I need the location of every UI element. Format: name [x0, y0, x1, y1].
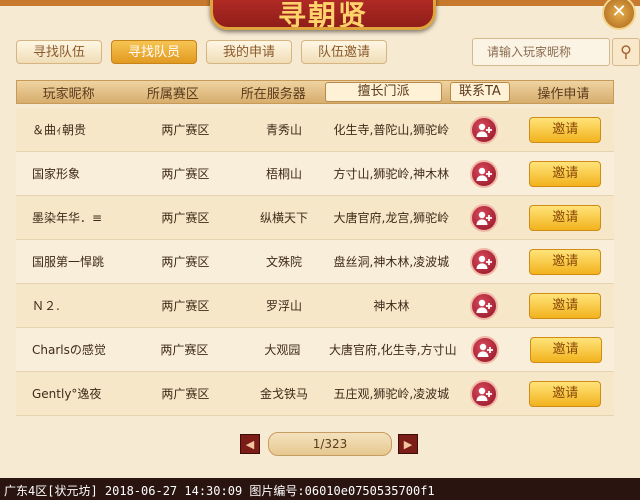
close-button[interactable]: ✕: [602, 0, 636, 30]
invite-button[interactable]: 邀请: [529, 292, 602, 319]
team-finder-panel: 寻朝贤 ✕ 寻找队伍 寻找队员 我的申请 队伍邀请 ⚲ 玩家昵称 所属赛区 所在…: [0, 0, 640, 478]
add-friend-icon: [477, 343, 493, 357]
player-schools: 神木林: [373, 299, 410, 313]
player-zone: 两广赛区: [161, 123, 210, 137]
table-row: 国家形象 两广赛区 梧桐山 方寸山,狮驼岭,神木林 邀请: [16, 152, 614, 196]
player-list: ＆曲ｨ朝贵 两广赛区 青秀山 化生寺,普陀山,狮驼岭 邀请 国家形象 两广赛区 …: [16, 108, 614, 416]
player-server: 金戈铁马: [259, 387, 308, 401]
search-bar: ⚲: [472, 38, 640, 68]
player-name: Charlsの感觉: [32, 343, 106, 357]
player-schools: 大唐官府,化生寺,方寸山: [328, 343, 457, 357]
player-zone: 两广赛区: [161, 387, 210, 401]
player-name: ＆曲ｨ朝贵: [32, 123, 87, 137]
add-friend-icon: [476, 211, 493, 225]
player-zone: 两广赛区: [161, 211, 210, 225]
table-row: Gently°逸夜 两广赛区 金戈铁马 五庄观,狮驼岭,凌波城 邀请: [16, 372, 614, 416]
invite-button[interactable]: 邀请: [529, 204, 602, 231]
tab-team-invitations[interactable]: 队伍邀请: [301, 40, 387, 64]
player-schools: 化生寺,普陀山,狮驼岭: [333, 123, 450, 137]
player-zone: 两广赛区: [160, 343, 209, 357]
player-zone: 两广赛区: [161, 167, 210, 181]
next-page-button[interactable]: ▶: [398, 434, 418, 454]
contact-button[interactable]: [470, 335, 499, 364]
prev-page-button[interactable]: ◀: [240, 434, 260, 454]
player-schools: 方寸山,狮驼岭,神木林: [333, 167, 450, 181]
contact-button[interactable]: [470, 247, 499, 276]
player-name: 墨染年华．≡: [32, 211, 103, 225]
tab-my-applications[interactable]: 我的申请: [206, 40, 292, 64]
contact-button[interactable]: [470, 291, 499, 320]
contact-button[interactable]: [470, 159, 499, 188]
table-row: 墨染年华．≡ 两广赛区 纵横天下 大唐官府,龙宫,狮驼岭 邀请: [16, 196, 614, 240]
tab-bar: 寻找队伍 寻找队员 我的申请 队伍邀请: [16, 40, 387, 64]
search-input[interactable]: [472, 38, 610, 66]
invite-button[interactable]: 邀请: [529, 116, 602, 143]
window-title: 寻朝贤: [277, 0, 368, 30]
invite-button[interactable]: 邀请: [529, 248, 602, 275]
player-server: 罗浮山: [265, 299, 302, 313]
table-row: Ｎ２. 两广赛区 罗浮山 神木林 邀请: [16, 284, 614, 328]
player-name: 国服第一悍跳: [32, 255, 105, 269]
table-row: 国服第一悍跳 两广赛区 文殊院 盘丝洞,神木林,凌波城 邀请: [16, 240, 614, 284]
invite-button[interactable]: 邀请: [529, 160, 602, 187]
tab-find-team[interactable]: 寻找队伍: [16, 40, 102, 64]
page-indicator: 1/323: [268, 432, 392, 456]
add-friend-icon: [476, 387, 493, 401]
table-row: ＆曲ｨ朝贵 两广赛区 青秀山 化生寺,普陀山,狮驼岭 邀请: [16, 108, 614, 152]
title-banner: 寻朝贤: [210, 0, 436, 30]
player-name: 国家形象: [32, 167, 81, 181]
table-header: 玩家昵称 所属赛区 所在服务器 擅长门派 联系TA 操作申请: [16, 80, 614, 104]
search-icon[interactable]: ⚲: [612, 38, 640, 66]
pagination: ◀ 1/323 ▶: [240, 432, 420, 456]
invite-button[interactable]: 邀请: [529, 380, 602, 407]
player-zone: 两广赛区: [161, 255, 210, 269]
add-friend-icon: [476, 167, 493, 181]
close-icon: ✕: [611, 1, 627, 22]
screenshot-watermark: 广东4区[状元坊] 2018-06-27 14:30:09 图片编号:06010…: [4, 484, 435, 498]
player-server: 青秀山: [265, 123, 302, 137]
table-row: Charlsの感觉 两广赛区 大观园 大唐官府,化生寺,方寸山 邀请: [16, 328, 614, 372]
contact-button[interactable]: [470, 115, 499, 144]
contact-button[interactable]: [470, 379, 499, 408]
player-schools: 大唐官府,龙宫,狮驼岭: [333, 211, 450, 225]
player-schools: 五庄观,狮驼岭,凌波城: [333, 387, 450, 401]
column-server: 所在服务器: [240, 86, 306, 102]
column-school-filter[interactable]: 擅长门派: [324, 82, 443, 102]
player-server: 大观园: [264, 343, 301, 357]
contact-button[interactable]: [470, 203, 499, 232]
player-server: 梧桐山: [265, 167, 302, 181]
player-server: 纵横天下: [259, 211, 308, 225]
add-friend-icon: [476, 299, 493, 313]
next-page-icon: ▶: [403, 438, 413, 451]
column-player-name: 玩家昵称: [42, 86, 95, 102]
add-friend-icon: [476, 123, 493, 137]
column-action: 操作申请: [537, 86, 590, 102]
player-name: Ｎ２.: [32, 299, 60, 313]
prev-page-icon: ◀: [245, 438, 255, 451]
column-contact[interactable]: 联系TA: [450, 82, 510, 102]
player-schools: 盘丝洞,神木林,凌波城: [333, 255, 450, 269]
player-server: 文殊院: [265, 255, 302, 269]
player-zone: 两广赛区: [161, 299, 210, 313]
add-friend-icon: [476, 255, 493, 269]
tab-find-member[interactable]: 寻找队员: [111, 40, 197, 64]
player-name: Gently°逸夜: [32, 387, 102, 401]
column-zone: 所属赛区: [146, 86, 199, 102]
invite-button[interactable]: 邀请: [529, 336, 602, 363]
